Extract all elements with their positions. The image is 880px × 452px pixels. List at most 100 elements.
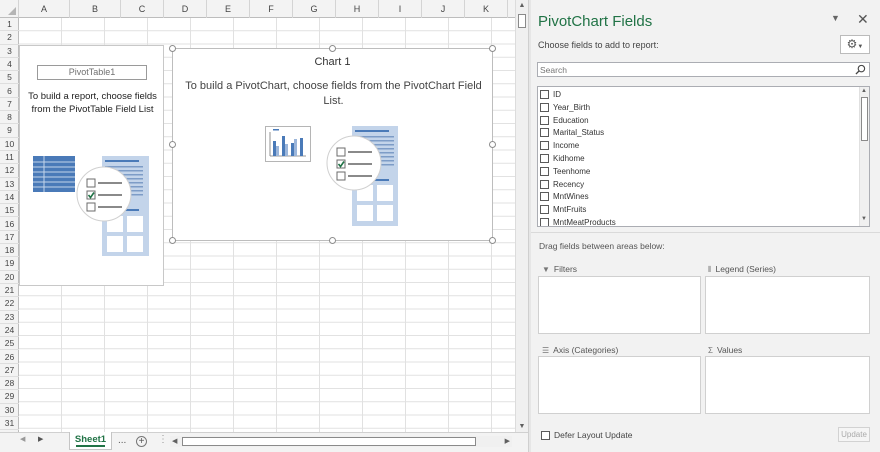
gear-icon[interactable]: ⚙▼ <box>840 35 870 54</box>
column-header[interactable]: D <box>164 0 207 18</box>
row-header[interactable]: 17 <box>0 231 19 245</box>
field-list-item[interactable]: Marital_Status <box>538 126 858 139</box>
row-header[interactable]: 30 <box>0 404 19 417</box>
row-header[interactable]: 2 <box>0 31 19 45</box>
field-checkbox[interactable] <box>540 141 549 151</box>
row-header[interactable]: 15 <box>0 204 19 218</box>
resize-handle-bottom-left[interactable] <box>169 237 176 244</box>
row-header[interactable]: 22 <box>0 297 19 311</box>
filters-drop-area[interactable] <box>538 276 701 334</box>
field-list-item[interactable]: ID <box>538 88 858 101</box>
row-header[interactable]: 7 <box>0 98 19 112</box>
horizontal-scroll-thumb[interactable] <box>182 437 476 446</box>
pivot-chart-placeholder[interactable]: Chart 1 To build a PivotChart, choose fi… <box>169 45 496 244</box>
horizontal-scrollbar[interactable]: ◀ ▶ <box>170 436 512 447</box>
field-checkbox[interactable] <box>540 218 549 226</box>
legend-drop-area[interactable] <box>705 276 870 334</box>
row-header[interactable]: 9 <box>0 124 19 138</box>
row-header[interactable]: 11 <box>0 151 19 165</box>
sheet-tab-sheet1[interactable]: Sheet1 <box>69 432 112 450</box>
search-input[interactable] <box>538 63 854 76</box>
field-scroll-up-icon[interactable]: ▲ <box>861 88 867 94</box>
resize-handle-top-center[interactable] <box>329 45 336 52</box>
row-header[interactable]: 25 <box>0 337 19 351</box>
field-list-item[interactable]: Kidhome <box>538 152 858 165</box>
field-list-item[interactable]: Education <box>538 114 858 127</box>
resize-handle-bottom-center[interactable] <box>329 237 336 244</box>
column-header[interactable]: B <box>70 0 121 18</box>
row-header[interactable]: 31 <box>0 417 19 431</box>
field-checkbox[interactable] <box>540 154 549 163</box>
column-header[interactable]: A <box>19 0 70 18</box>
more-sheets-ellipsis[interactable]: ... <box>118 435 126 446</box>
tab-split-handle[interactable]: ⋮ <box>158 434 168 445</box>
row-header[interactable]: 26 <box>0 351 19 364</box>
field-checkbox[interactable] <box>540 90 549 99</box>
row-header[interactable]: 23 <box>0 311 19 324</box>
field-scroll-thumb[interactable] <box>861 97 868 141</box>
field-checkbox[interactable] <box>540 166 549 176</box>
column-header[interactable]: C <box>121 0 164 18</box>
field-list-item[interactable]: MntFruits <box>538 203 858 216</box>
row-header[interactable]: 1 <box>0 18 19 32</box>
resize-handle-middle-right[interactable] <box>489 141 496 148</box>
row-header[interactable]: 18 <box>0 244 19 258</box>
field-list-item[interactable]: MntMeatProducts <box>538 216 858 226</box>
column-header[interactable]: J <box>422 0 465 18</box>
row-header[interactable]: 8 <box>0 111 19 125</box>
row-header[interactable]: 12 <box>0 164 19 178</box>
row-header[interactable]: 4 <box>0 58 19 72</box>
row-header[interactable]: 24 <box>0 324 19 338</box>
field-list-item[interactable]: Income <box>538 139 858 152</box>
row-header[interactable]: 16 <box>0 218 19 231</box>
field-list-item[interactable]: MntWines <box>538 190 858 203</box>
axis-drop-area[interactable] <box>538 356 701 414</box>
column-header[interactable]: I <box>379 0 422 18</box>
field-list-scrollbar[interactable]: ▲ ▼ <box>859 87 869 226</box>
field-list-item[interactable]: Teenhome <box>538 165 858 178</box>
field-checkbox[interactable] <box>540 179 549 189</box>
scroll-right-arrow-icon[interactable]: ▶ <box>505 436 510 447</box>
search-box[interactable] <box>537 62 870 77</box>
field-list-item[interactable]: Year_Birth <box>538 101 858 114</box>
row-header[interactable]: 21 <box>0 284 19 298</box>
pivot-table-placeholder[interactable]: PivotTable1 To build a report, choose fi… <box>19 45 164 286</box>
column-header[interactable]: G <box>293 0 336 18</box>
row-header[interactable]: 14 <box>0 191 19 205</box>
vertical-scrollbar[interactable]: ▲ ▼ <box>515 0 528 432</box>
field-checkbox[interactable] <box>540 115 549 125</box>
search-icon[interactable] <box>855 64 866 75</box>
column-header[interactable]: K <box>465 0 508 18</box>
row-header[interactable]: 3 <box>0 45 19 58</box>
resize-handle-top-left[interactable] <box>169 45 176 52</box>
column-header[interactable]: H <box>336 0 379 18</box>
add-sheet-icon[interactable]: + <box>136 436 147 447</box>
field-checkbox[interactable] <box>540 128 549 138</box>
row-header[interactable]: 10 <box>0 138 19 151</box>
row-header[interactable]: 20 <box>0 271 19 284</box>
row-header[interactable]: 5 <box>0 71 19 85</box>
vertical-scroll-thumb[interactable] <box>518 14 526 28</box>
row-header[interactable]: 29 <box>0 390 19 404</box>
resize-handle-bottom-right[interactable] <box>489 237 496 244</box>
scroll-tabs-right-icon[interactable]: ▶ <box>38 435 43 443</box>
column-header[interactable]: F <box>250 0 293 18</box>
scroll-tabs-left-icon[interactable]: ◀ <box>20 435 25 443</box>
resize-handle-top-right[interactable] <box>489 45 496 52</box>
field-checkbox[interactable] <box>540 205 549 215</box>
row-header[interactable]: 13 <box>0 178 19 191</box>
close-icon[interactable]: ✕ <box>857 11 869 28</box>
field-checkbox[interactable] <box>540 102 549 112</box>
field-scroll-down-icon[interactable]: ▼ <box>861 216 867 222</box>
row-header[interactable]: 19 <box>0 257 19 271</box>
row-header[interactable]: 6 <box>0 85 19 98</box>
scroll-down-arrow-icon[interactable]: ▼ <box>516 421 528 432</box>
column-header[interactable]: E <box>207 0 250 18</box>
scroll-left-arrow-icon[interactable]: ◀ <box>172 436 177 447</box>
row-header[interactable]: 27 <box>0 364 19 378</box>
field-checkbox[interactable] <box>540 192 549 202</box>
row-header[interactable]: 28 <box>0 377 19 391</box>
scroll-up-arrow-icon[interactable]: ▲ <box>516 0 528 11</box>
resize-handle-middle-left[interactable] <box>169 141 176 148</box>
field-list-item[interactable]: Recency <box>538 178 858 191</box>
